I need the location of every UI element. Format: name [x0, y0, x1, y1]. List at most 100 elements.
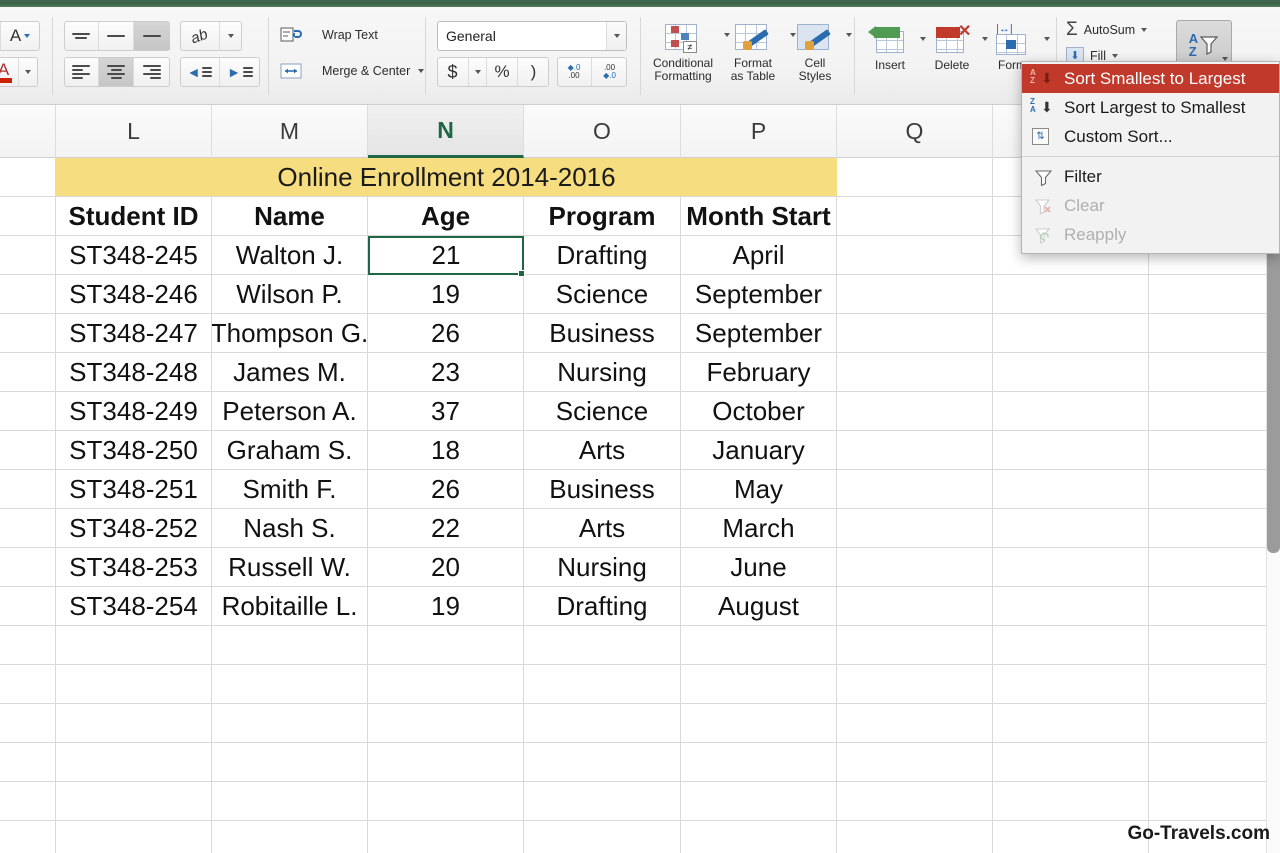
cell-empty[interactable] [212, 743, 368, 782]
cell-empty[interactable] [368, 704, 524, 743]
cell-empty[interactable] [993, 782, 1149, 821]
menu-item-custom-sort[interactable]: ⇅ Custom Sort... [1022, 122, 1279, 151]
cell-name[interactable]: James M. [212, 353, 368, 392]
cell-empty[interactable] [212, 704, 368, 743]
cell-empty[interactable] [524, 743, 681, 782]
cell-student-id[interactable]: ST348-253 [56, 548, 212, 587]
align-right-button[interactable] [134, 58, 170, 86]
cell-empty[interactable] [837, 782, 993, 821]
cell-empty[interactable] [681, 782, 837, 821]
cell-month-start[interactable]: June [681, 548, 837, 587]
cell-empty[interactable] [837, 353, 993, 392]
cell-age[interactable]: 19 [368, 587, 524, 626]
cell-empty[interactable] [368, 665, 524, 704]
fill-handle[interactable] [518, 270, 525, 277]
cell-program[interactable]: Science [524, 275, 681, 314]
cell-empty[interactable] [993, 821, 1149, 853]
cell-empty[interactable] [837, 158, 993, 197]
cell-student-id[interactable]: ST348-245 [56, 236, 212, 275]
cell-empty[interactable] [681, 626, 837, 665]
cell-empty[interactable] [56, 626, 212, 665]
cell-empty[interactable] [837, 314, 993, 353]
cell-empty[interactable] [681, 704, 837, 743]
cell-age[interactable]: 23 [368, 353, 524, 392]
menu-item-filter[interactable]: Filter [1022, 162, 1279, 191]
column-header-Q[interactable]: Q [837, 105, 993, 158]
cell-empty[interactable] [1149, 314, 1280, 353]
cell-empty[interactable] [993, 743, 1149, 782]
chevron-down-icon[interactable] [606, 22, 626, 50]
cell-empty[interactable] [837, 236, 993, 275]
cell-empty[interactable] [1149, 782, 1280, 821]
cell-age[interactable]: 22 [368, 509, 524, 548]
cell-empty[interactable] [0, 821, 56, 853]
number-format-select[interactable]: General [437, 21, 627, 51]
insert-cells-button[interactable]: Insert [864, 23, 926, 72]
cell-empty[interactable] [837, 275, 993, 314]
header-age[interactable]: Age [368, 197, 524, 236]
cell-age[interactable]: 26 [368, 314, 524, 353]
cell-name[interactable]: Walton J. [212, 236, 368, 275]
conditional-formatting-button[interactable]: ≠ Conditional Formatting [648, 21, 730, 83]
chevron-down-icon[interactable] [1111, 54, 1118, 58]
cell-empty[interactable] [1149, 392, 1280, 431]
cell-empty[interactable] [837, 392, 993, 431]
cell-empty[interactable] [1149, 470, 1280, 509]
cell-name[interactable]: Smith F. [212, 470, 368, 509]
number-style-group[interactable]: $ % ) [437, 57, 549, 87]
cell-student-id[interactable]: ST348-249 [56, 392, 212, 431]
cell-program[interactable]: Business [524, 314, 681, 353]
cell-name[interactable]: Robitaille L. [212, 587, 368, 626]
chevron-down-icon[interactable] [1044, 37, 1050, 41]
cell-empty[interactable] [993, 704, 1149, 743]
cell-empty[interactable] [837, 431, 993, 470]
vertical-alignment-group[interactable] [64, 21, 170, 51]
cell-age[interactable]: 26 [368, 470, 524, 509]
cell-program[interactable]: Business [524, 470, 681, 509]
cell-empty[interactable] [524, 704, 681, 743]
cell-empty[interactable] [0, 743, 56, 782]
text-orientation-button[interactable]: ab [180, 21, 242, 51]
merge-center-button[interactable]: Merge & Center [280, 61, 425, 81]
title-banner-cell[interactable]: Online Enrollment 2014-2016 [56, 158, 837, 197]
autosum-button[interactable]: Σ AutoSum [1066, 19, 1148, 41]
cell-empty[interactable] [1149, 704, 1280, 743]
sort-filter-menu[interactable]: AZ ⬇ Sort Smallest to Largest ZA ⬇ Sort … [1021, 61, 1280, 254]
cell-month-start[interactable]: March [681, 509, 837, 548]
cell-empty[interactable] [0, 626, 56, 665]
cell-program[interactable]: Arts [524, 509, 681, 548]
cell-empty[interactable] [56, 782, 212, 821]
cell-empty[interactable] [837, 704, 993, 743]
cell-empty[interactable] [0, 236, 56, 275]
cell-empty[interactable] [0, 197, 56, 236]
cells-area[interactable]: Online Enrollment 2014-2016 Student ID N… [0, 158, 1280, 853]
cell-student-id[interactable]: ST348-248 [56, 353, 212, 392]
increase-indent-button[interactable]: ► [220, 58, 260, 86]
cell-styles-button[interactable]: Cell Styles [788, 21, 852, 83]
horizontal-alignment-group[interactable] [64, 57, 170, 87]
column-header-L[interactable]: L [56, 105, 212, 158]
cell-empty[interactable] [212, 821, 368, 853]
cell-empty[interactable] [1149, 743, 1280, 782]
cell-age[interactable]: 19 [368, 275, 524, 314]
decrease-indent-button[interactable]: ◄ [180, 58, 220, 86]
cell-empty[interactable] [993, 353, 1149, 392]
cell-empty[interactable] [368, 782, 524, 821]
cell-empty[interactable] [524, 782, 681, 821]
cell-empty[interactable] [993, 314, 1149, 353]
align-center-button[interactable] [99, 58, 134, 86]
cell-empty[interactable] [0, 782, 56, 821]
cell-empty[interactable] [837, 587, 993, 626]
column-header-O[interactable]: O [524, 105, 681, 158]
cell-month-start[interactable]: May [681, 470, 837, 509]
cell-empty[interactable] [681, 743, 837, 782]
cell-empty[interactable] [1149, 587, 1280, 626]
cell-empty[interactable] [212, 665, 368, 704]
cell-empty[interactable] [993, 431, 1149, 470]
cell-month-start[interactable]: October [681, 392, 837, 431]
cell-month-start[interactable]: February [681, 353, 837, 392]
cell-empty[interactable] [993, 548, 1149, 587]
cell-empty[interactable] [837, 470, 993, 509]
cell-empty[interactable] [0, 509, 56, 548]
cell-empty[interactable] [837, 821, 993, 853]
